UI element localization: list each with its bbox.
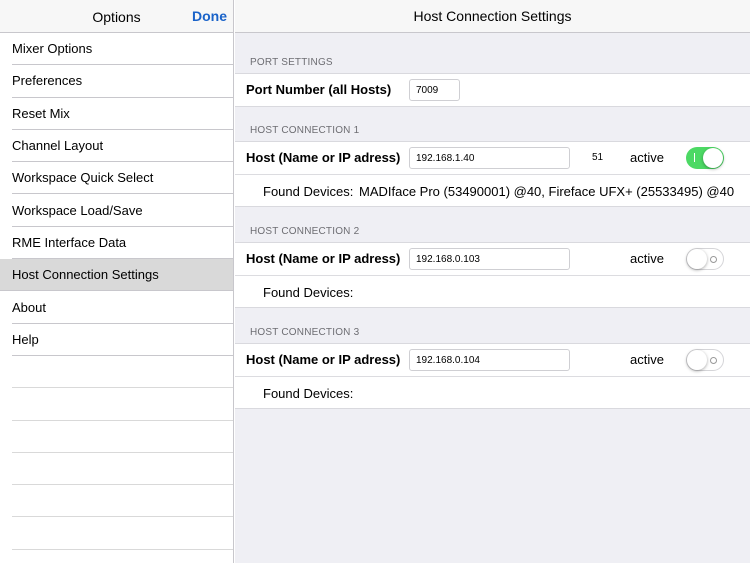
host-3-active-label: active — [630, 352, 664, 367]
host-2-active-label: active — [630, 251, 664, 266]
empty-row — [12, 453, 233, 486]
section-label-port-settings: PORT SETTINGS — [250, 57, 333, 68]
section-label-host-connection-1: HOST CONNECTION 1 — [250, 125, 360, 136]
host-1-found-devices-label: Found Devices: — [263, 184, 354, 199]
menu-item-rme-interface-data[interactable]: RME Interface Data — [12, 227, 233, 260]
host-1-active-label: active — [630, 150, 664, 165]
host-1-found-devices-row: Found Devices: MADIface Pro (53490001) @… — [235, 174, 750, 206]
section-label-host-connection-3: HOST CONNECTION 3 — [250, 327, 360, 338]
host-2-row: Host (Name or IP adress) 192.168.0.103 a… — [235, 243, 750, 275]
port-number-input[interactable]: 7009 — [409, 79, 460, 101]
menu-item-mixer-options[interactable]: Mixer Options — [12, 33, 233, 66]
host-3-row: Host (Name or IP adress) 192.168.0.104 a… — [235, 344, 750, 376]
toggle-knob — [687, 350, 707, 370]
empty-row — [12, 421, 233, 453]
host-2-address-input[interactable]: 192.168.0.103 — [409, 248, 570, 270]
port-settings-group: Port Number (all Hosts) 7009 — [235, 73, 750, 107]
host-connection-3-group: Host (Name or IP adress) 192.168.0.104 a… — [235, 343, 750, 409]
host-3-address-input[interactable]: 192.168.0.104 — [409, 349, 570, 371]
empty-row — [12, 517, 233, 550]
host-1-label: Host (Name or IP adress) — [246, 150, 401, 165]
host-2-label: Host (Name or IP adress) — [246, 251, 401, 266]
host-1-count: 51 — [592, 152, 604, 163]
menu-item-help[interactable]: Help — [12, 324, 233, 356]
host-connection-2-group: Host (Name or IP adress) 192.168.0.103 a… — [235, 242, 750, 308]
host-3-found-devices-row: Found Devices: — [235, 376, 750, 408]
menu-item-workspace-quick-select[interactable]: Workspace Quick Select — [12, 162, 233, 195]
port-number-label: Port Number (all Hosts) — [246, 82, 392, 97]
host-1-row: Host (Name or IP adress) 192.168.1.40 51… — [235, 142, 750, 174]
options-menu: Mixer Options Preferences Reset Mix Chan… — [0, 33, 233, 550]
sidebar-header: Options Done — [0, 0, 233, 33]
host-3-label: Host (Name or IP adress) — [246, 352, 401, 367]
menu-item-preferences[interactable]: Preferences — [12, 65, 233, 98]
page-title: Host Connection Settings — [235, 0, 750, 33]
port-number-row: Port Number (all Hosts) 7009 — [235, 74, 750, 106]
host-2-found-devices-row: Found Devices: — [235, 275, 750, 307]
toggle-knob — [703, 148, 723, 168]
host-connection-1-group: Host (Name or IP adress) 192.168.1.40 51… — [235, 141, 750, 207]
empty-row — [12, 388, 233, 421]
host-3-active-toggle[interactable] — [686, 349, 724, 371]
toggle-on-mark-icon — [694, 153, 695, 162]
host-2-active-toggle[interactable] — [686, 248, 724, 270]
section-label-host-connection-2: HOST CONNECTION 2 — [250, 226, 360, 237]
done-button[interactable]: Done — [192, 8, 227, 24]
menu-item-workspace-load-save[interactable]: Workspace Load/Save — [12, 194, 233, 227]
host-2-found-devices-label: Found Devices: — [263, 285, 354, 300]
host-3-found-devices-label: Found Devices: — [263, 386, 354, 401]
toggle-knob — [687, 249, 707, 269]
menu-item-about[interactable]: About — [12, 291, 233, 324]
empty-row — [12, 356, 233, 389]
host-connection-settings-panel: Host Connection Settings PORT SETTINGS P… — [235, 0, 750, 563]
host-1-active-toggle[interactable] — [686, 147, 724, 169]
host-1-found-devices-value: MADIface Pro (53490001) @40, Fireface UF… — [359, 184, 735, 199]
menu-item-host-connection-settings[interactable]: Host Connection Settings — [0, 259, 233, 292]
options-sidebar: Options Done Mixer Options Preferences R… — [0, 0, 234, 563]
menu-item-reset-mix[interactable]: Reset Mix — [12, 98, 233, 130]
host-1-address-input[interactable]: 192.168.1.40 — [409, 147, 570, 169]
empty-row — [12, 485, 233, 518]
toggle-off-mark-icon — [710, 256, 717, 263]
toggle-off-mark-icon — [710, 357, 717, 364]
menu-item-channel-layout[interactable]: Channel Layout — [12, 130, 233, 163]
